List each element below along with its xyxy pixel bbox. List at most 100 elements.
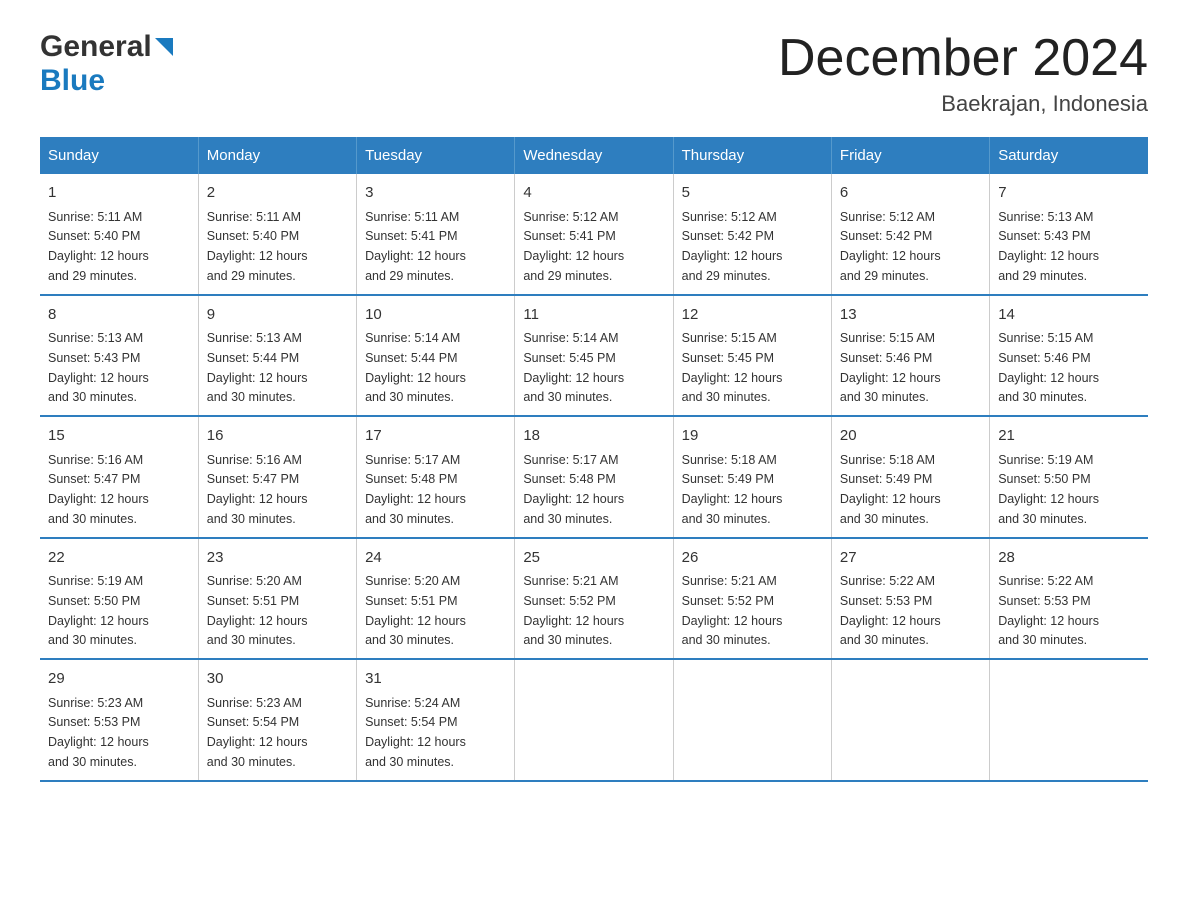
calendar-cell: 26 Sunrise: 5:21 AMSunset: 5:52 PMDayligh… [673, 538, 831, 660]
day-number: 11 [523, 304, 664, 327]
calendar-cell: 6Sunrise: 5:12 AMSunset: 5:42 PMDaylight… [831, 174, 989, 295]
week-row-3: 15 Sunrise: 5:16 AMSunset: 5:47 PMDayligh… [40, 416, 1148, 538]
calendar-cell: 20 Sunrise: 5:18 AMSunset: 5:49 PMDayligh… [831, 416, 989, 538]
day-number: 16 [207, 425, 348, 448]
header-friday: Friday [831, 137, 989, 174]
day-number: 30 [207, 668, 348, 691]
header-tuesday: Tuesday [357, 137, 515, 174]
day-info: Sunrise: 5:19 AMSunset: 5:50 PMDaylight:… [48, 574, 149, 647]
day-number: 2 [207, 182, 348, 205]
day-number: 24 [365, 547, 506, 570]
week-row-4: 22 Sunrise: 5:19 AMSunset: 5:50 PMDayligh… [40, 538, 1148, 660]
day-info: Sunrise: 5:22 AMSunset: 5:53 PMDaylight:… [840, 574, 941, 647]
day-info: Sunrise: 5:17 AMSunset: 5:48 PMDaylight:… [523, 453, 624, 526]
day-info: Sunrise: 5:15 AMSunset: 5:46 PMDaylight:… [840, 331, 941, 404]
day-number: 27 [840, 547, 981, 570]
day-info: Sunrise: 5:17 AMSunset: 5:48 PMDaylight:… [365, 453, 466, 526]
day-info: Sunrise: 5:11 AMSunset: 5:41 PMDaylight:… [365, 210, 466, 283]
title-block: December 2024 Baekrajan, Indonesia [778, 30, 1148, 117]
calendar-cell: 17Sunrise: 5:17 AMSunset: 5:48 PMDayligh… [357, 416, 515, 538]
calendar-cell: 8Sunrise: 5:13 AMSunset: 5:43 PMDaylight… [40, 295, 198, 417]
calendar-cell: 21Sunrise: 5:19 AMSunset: 5:50 PMDayligh… [990, 416, 1148, 538]
calendar-cell [673, 659, 831, 781]
calendar-cell: 19Sunrise: 5:18 AMSunset: 5:49 PMDayligh… [673, 416, 831, 538]
week-row-2: 8Sunrise: 5:13 AMSunset: 5:43 PMDaylight… [40, 295, 1148, 417]
day-number: 26 [682, 547, 823, 570]
calendar-cell: 18 Sunrise: 5:17 AMSunset: 5:48 PMDayligh… [515, 416, 673, 538]
calendar-title: December 2024 [778, 30, 1148, 87]
day-number: 21 [998, 425, 1140, 448]
calendar-subtitle: Baekrajan, Indonesia [778, 91, 1148, 117]
calendar-cell: 24 Sunrise: 5:20 AMSunset: 5:51 PMDayligh… [357, 538, 515, 660]
header-monday: Monday [198, 137, 356, 174]
day-info: Sunrise: 5:20 AMSunset: 5:51 PMDaylight:… [365, 574, 466, 647]
day-number: 14 [998, 304, 1140, 327]
logo-general-text: General [40, 30, 152, 64]
day-info: Sunrise: 5:12 AMSunset: 5:42 PMDaylight:… [840, 210, 941, 283]
day-info: Sunrise: 5:22 AMSunset: 5:53 PMDaylight:… [998, 574, 1099, 647]
day-info: Sunrise: 5:15 AMSunset: 5:45 PMDaylight:… [682, 331, 783, 404]
week-row-1: 1Sunrise: 5:11 AMSunset: 5:40 PMDaylight… [40, 174, 1148, 295]
calendar-cell: 11Sunrise: 5:14 AMSunset: 5:45 PMDayligh… [515, 295, 673, 417]
day-info: Sunrise: 5:13 AMSunset: 5:44 PMDaylight:… [207, 331, 308, 404]
day-info: Sunrise: 5:16 AMSunset: 5:47 PMDaylight:… [48, 453, 149, 526]
calendar-cell: 16 Sunrise: 5:16 AMSunset: 5:47 PMDayligh… [198, 416, 356, 538]
calendar-cell: 27 Sunrise: 5:22 AMSunset: 5:53 PMDayligh… [831, 538, 989, 660]
day-info: Sunrise: 5:20 AMSunset: 5:51 PMDaylight:… [207, 574, 308, 647]
day-number: 29 [48, 668, 190, 691]
day-number: 13 [840, 304, 981, 327]
header-thursday: Thursday [673, 137, 831, 174]
day-info: Sunrise: 5:11 AMSunset: 5:40 PMDaylight:… [207, 210, 308, 283]
calendar-cell: 2 Sunrise: 5:11 AMSunset: 5:40 PMDaylight… [198, 174, 356, 295]
calendar-header-row: SundayMondayTuesdayWednesdayThursdayFrid… [40, 137, 1148, 174]
calendar-cell: 14 Sunrise: 5:15 AMSunset: 5:46 PMDayligh… [990, 295, 1148, 417]
calendar-table: SundayMondayTuesdayWednesdayThursdayFrid… [40, 137, 1148, 782]
day-number: 20 [840, 425, 981, 448]
day-number: 3 [365, 182, 506, 205]
day-info: Sunrise: 5:12 AMSunset: 5:42 PMDaylight:… [682, 210, 783, 283]
calendar-cell: 5Sunrise: 5:12 AMSunset: 5:42 PMDaylight… [673, 174, 831, 295]
logo-arrow-icon [155, 38, 173, 61]
calendar-cell: 7 Sunrise: 5:13 AMSunset: 5:43 PMDaylight… [990, 174, 1148, 295]
logo-blue-text: Blue [40, 64, 105, 97]
header-wednesday: Wednesday [515, 137, 673, 174]
calendar-cell: 30 Sunrise: 5:23 AMSunset: 5:54 PMDayligh… [198, 659, 356, 781]
calendar-cell: 31Sunrise: 5:24 AMSunset: 5:54 PMDayligh… [357, 659, 515, 781]
calendar-cell: 10Sunrise: 5:14 AMSunset: 5:44 PMDayligh… [357, 295, 515, 417]
day-info: Sunrise: 5:23 AMSunset: 5:53 PMDaylight:… [48, 696, 149, 769]
day-info: Sunrise: 5:13 AMSunset: 5:43 PMDaylight:… [998, 210, 1099, 283]
day-number: 31 [365, 668, 506, 691]
calendar-cell: 25 Sunrise: 5:21 AMSunset: 5:52 PMDayligh… [515, 538, 673, 660]
calendar-cell: 3 Sunrise: 5:11 AMSunset: 5:41 PMDaylight… [357, 174, 515, 295]
day-info: Sunrise: 5:12 AMSunset: 5:41 PMDaylight:… [523, 210, 624, 283]
header-saturday: Saturday [990, 137, 1148, 174]
day-info: Sunrise: 5:15 AMSunset: 5:46 PMDaylight:… [998, 331, 1099, 404]
day-number: 8 [48, 304, 190, 327]
day-number: 28 [998, 547, 1140, 570]
page-header: General Blue December 2024 Baekrajan, In… [40, 30, 1148, 117]
calendar-cell: 28 Sunrise: 5:22 AMSunset: 5:53 PMDayligh… [990, 538, 1148, 660]
day-number: 18 [523, 425, 664, 448]
day-info: Sunrise: 5:18 AMSunset: 5:49 PMDaylight:… [682, 453, 783, 526]
header-sunday: Sunday [40, 137, 198, 174]
logo: General Blue [40, 30, 173, 98]
day-number: 22 [48, 547, 190, 570]
day-info: Sunrise: 5:11 AMSunset: 5:40 PMDaylight:… [48, 210, 149, 283]
day-number: 12 [682, 304, 823, 327]
calendar-cell [831, 659, 989, 781]
day-info: Sunrise: 5:21 AMSunset: 5:52 PMDaylight:… [682, 574, 783, 647]
calendar-cell: 15 Sunrise: 5:16 AMSunset: 5:47 PMDayligh… [40, 416, 198, 538]
day-number: 10 [365, 304, 506, 327]
day-info: Sunrise: 5:21 AMSunset: 5:52 PMDaylight:… [523, 574, 624, 647]
day-number: 15 [48, 425, 190, 448]
day-number: 7 [998, 182, 1140, 205]
day-info: Sunrise: 5:23 AMSunset: 5:54 PMDaylight:… [207, 696, 308, 769]
calendar-cell: 22 Sunrise: 5:19 AMSunset: 5:50 PMDayligh… [40, 538, 198, 660]
week-row-5: 29 Sunrise: 5:23 AMSunset: 5:53 PMDayligh… [40, 659, 1148, 781]
calendar-cell: 23Sunrise: 5:20 AMSunset: 5:51 PMDayligh… [198, 538, 356, 660]
day-info: Sunrise: 5:16 AMSunset: 5:47 PMDaylight:… [207, 453, 308, 526]
day-info: Sunrise: 5:18 AMSunset: 5:49 PMDaylight:… [840, 453, 941, 526]
calendar-cell: 9Sunrise: 5:13 AMSunset: 5:44 PMDaylight… [198, 295, 356, 417]
day-number: 25 [523, 547, 664, 570]
calendar-cell: 29 Sunrise: 5:23 AMSunset: 5:53 PMDayligh… [40, 659, 198, 781]
